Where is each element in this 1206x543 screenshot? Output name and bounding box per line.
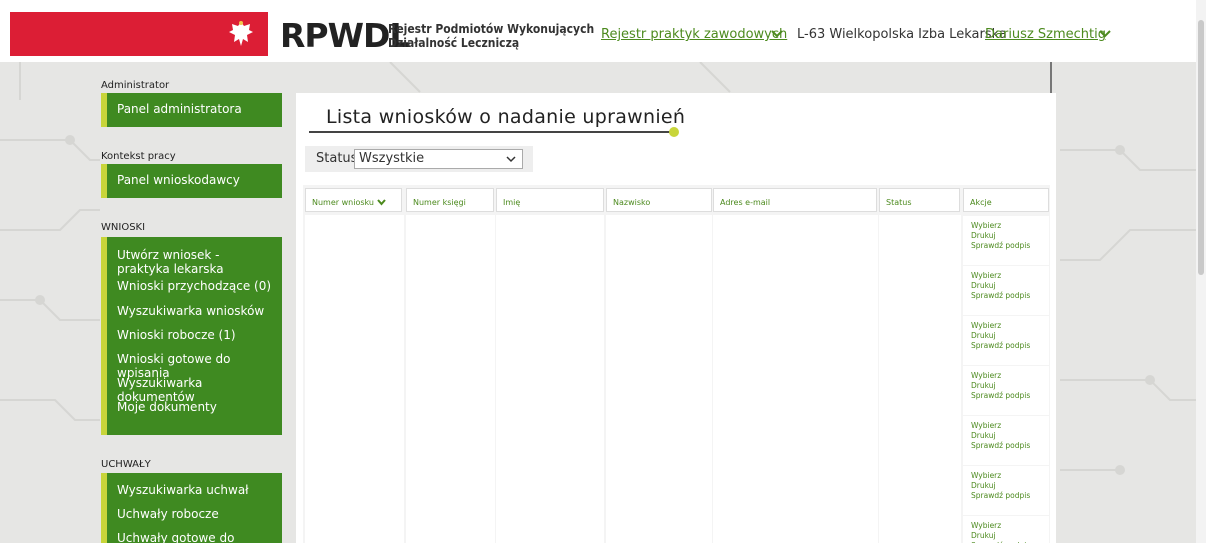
menu-item-resolution-drafts[interactable]: Uchwały robocze [107, 507, 282, 531]
column-header-email[interactable]: Adres e-mail [713, 188, 877, 212]
column-email [713, 215, 878, 543]
verify-signature-link[interactable]: Sprawdź podpis [971, 441, 1049, 451]
section-label-wnioski: WNIOSKI [101, 222, 146, 233]
table-row: Wybierz Drukuj Sprawdź podpis [963, 316, 1049, 365]
scrollbar-thumb[interactable] [1198, 20, 1204, 275]
column-number [305, 215, 404, 543]
applications-table: Numer wniosku Numer księgi Imię Nazwisko… [303, 185, 1050, 543]
menu-item-ready-to-enter[interactable]: Wnioski gotowe do wpisania [107, 352, 282, 380]
select-link[interactable]: Wybierz [971, 371, 1049, 381]
section-label-context: Kontekst pracy [101, 151, 176, 162]
verify-signature-link[interactable]: Sprawdź podpis [971, 491, 1049, 501]
select-link[interactable]: Wybierz [971, 271, 1049, 281]
app-subtitle: Rejestr Podmiotów Wykonujących Działalno… [388, 22, 594, 50]
print-link[interactable]: Drukuj [971, 231, 1049, 241]
table-row: Wybierz Drukuj Sprawdź podpis [963, 416, 1049, 465]
column-status [879, 215, 961, 543]
divider-line [1050, 62, 1052, 93]
table-row: Wybierz Drukuj Sprawdź podpis [963, 216, 1049, 265]
column-header-number-label: Numer wniosku [312, 198, 374, 207]
menu-item-my-documents[interactable]: Moje dokumenty [107, 400, 282, 424]
column-header-book[interactable]: Numer księgi [406, 188, 494, 212]
verify-signature-link[interactable]: Sprawdź podpis [971, 291, 1049, 301]
verify-signature-link[interactable]: Sprawdź podpis [971, 341, 1049, 351]
menu-item-drafts[interactable]: Wnioski robocze (1) [107, 328, 282, 352]
menu-item-document-search[interactable]: Wyszukiwarka dokumentów [107, 376, 282, 404]
menu-group-administrator: Panel administratora [101, 93, 282, 127]
column-book [406, 215, 495, 543]
select-link[interactable]: Wybierz [971, 221, 1049, 231]
table-row: Wybierz Drukuj Sprawdź podpis [963, 466, 1049, 515]
chevron-down-icon[interactable] [770, 29, 784, 39]
menu-group-context: Panel wnioskodawcy [101, 164, 282, 198]
chevron-down-icon[interactable] [1098, 29, 1112, 39]
menu-item-resolution-ready[interactable]: Uchwały gotowe do wpisania [107, 531, 282, 543]
print-link[interactable]: Drukuj [971, 331, 1049, 341]
print-link[interactable]: Drukuj [971, 431, 1049, 441]
select-link[interactable]: Wybierz [971, 321, 1049, 331]
app-subtitle-line2: Działalność Leczniczą [388, 36, 520, 50]
column-header-status[interactable]: Status [879, 188, 960, 212]
status-filter-select[interactable]: Wszystkie [354, 149, 523, 169]
table-row: Wybierz Drukuj Sprawdź podpis [963, 266, 1049, 315]
app-subtitle-line1: Rejestr Podmiotów Wykonujących [388, 22, 595, 36]
select-link[interactable]: Wybierz [971, 471, 1049, 481]
print-link[interactable]: Drukuj [971, 531, 1049, 541]
table-row: Wybierz Drukuj Sprawdź podpis [963, 516, 1049, 543]
section-label-uchwaly: UCHWAŁY [101, 459, 151, 470]
polish-eagle-icon [229, 21, 253, 46]
title-underline [309, 131, 673, 133]
title-dot [669, 127, 679, 137]
column-header-actions: Akcje [963, 188, 1049, 212]
verify-signature-link[interactable]: Sprawdź podpis [971, 241, 1049, 251]
menu-item-admin-panel[interactable]: Panel administratora [107, 102, 282, 116]
page-title: Lista wniosków o nadanie uprawnień [326, 106, 686, 128]
print-link[interactable]: Drukuj [971, 381, 1049, 391]
menu-item-create-application[interactable]: Utwórz wniosek - praktyka lekarska [107, 248, 277, 279]
column-last-name [606, 215, 712, 543]
menu-item-incoming[interactable]: Wnioski przychodzące (0) [107, 279, 282, 304]
menu-item-application-search[interactable]: Wyszukiwarka wniosków [107, 304, 282, 328]
section-label-administrator: Administrator [101, 80, 170, 91]
chevron-down-icon [506, 156, 516, 163]
menu-item-resolution-search[interactable]: Wyszukiwarka uchwał [107, 483, 282, 507]
column-header-first-name[interactable]: Imię [496, 188, 604, 212]
select-link[interactable]: Wybierz [971, 521, 1049, 531]
print-link[interactable]: Drukuj [971, 481, 1049, 491]
user-link[interactable]: Dariusz Szmechtig [985, 27, 1106, 42]
sort-chevron-icon[interactable] [376, 199, 386, 206]
verify-signature-link[interactable]: Sprawdź podpis [971, 391, 1049, 401]
print-link[interactable]: Drukuj [971, 281, 1049, 291]
table-row: Wybierz Drukuj Sprawdź podpis [963, 366, 1049, 415]
status-filter-label: Status [316, 151, 358, 166]
menu-item-applicant-panel[interactable]: Panel wnioskodawcy [107, 173, 282, 187]
menu-group-uchwaly: Wyszukiwarka uchwał Uchwały robocze Uchw… [101, 473, 282, 543]
column-header-last-name[interactable]: Nazwisko [606, 188, 712, 212]
register-link[interactable]: Rejestr praktyk zawodowych [601, 27, 787, 42]
column-first-name [496, 215, 604, 543]
chamber-label: L-63 Wielkopolska Izba Lekarska [797, 27, 1007, 42]
column-header-number[interactable]: Numer wniosku [305, 188, 402, 212]
select-link[interactable]: Wybierz [971, 421, 1049, 431]
menu-group-wnioski: Utwórz wniosek - praktyka lekarska Wnios… [101, 237, 282, 435]
